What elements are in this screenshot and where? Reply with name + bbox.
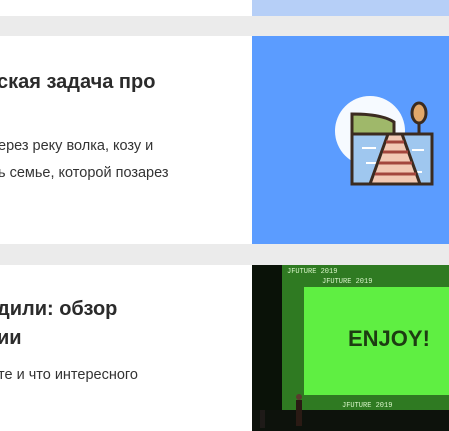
- article-excerpt-line: те и что интересного: [0, 367, 138, 383]
- article-thumbnail[interactable]: [252, 36, 449, 244]
- river-crossing-illustration: [335, 96, 434, 186]
- conference-stage-photo: ENJOY! JFUTURE 2019 JFUTURE 2019 JFUTURE…: [252, 265, 449, 431]
- article-excerpt: те и что интересного: [0, 362, 138, 389]
- banner-text: JFUTURE 2019: [342, 402, 392, 410]
- article-title[interactable]: дили: обзор ии: [0, 295, 117, 353]
- tree-shape: [410, 101, 428, 125]
- person-silhouette: [296, 400, 302, 426]
- article-thumbnail[interactable]: [252, 0, 449, 16]
- article-card-partial[interactable]: [0, 0, 449, 16]
- banner-text: JFUTURE 2019: [322, 278, 372, 286]
- article-excerpt-line: ь семье, которой позарез: [0, 165, 169, 181]
- banner-text: JFUTURE 2019: [287, 268, 337, 276]
- screen-text: ENJOY!: [348, 326, 430, 351]
- article-title-line: ская задача про: [0, 71, 156, 93]
- article-title-line: дили: обзор: [0, 298, 118, 320]
- article-title[interactable]: ская задача про: [0, 67, 155, 97]
- article-card[interactable]: дили: обзор ии те и что интересного ENJO…: [0, 265, 449, 431]
- article-excerpt-line: ерез реку волка, козу и: [0, 138, 154, 154]
- article-title-line: ии: [0, 327, 22, 349]
- article-thumbnail[interactable]: ENJOY! JFUTURE 2019 JFUTURE 2019 JFUTURE…: [252, 265, 449, 431]
- article-excerpt: ерез реку волка, козу и ь семье, которой…: [0, 133, 169, 187]
- article-card[interactable]: ская задача про ерез реку волка, козу и …: [0, 36, 449, 244]
